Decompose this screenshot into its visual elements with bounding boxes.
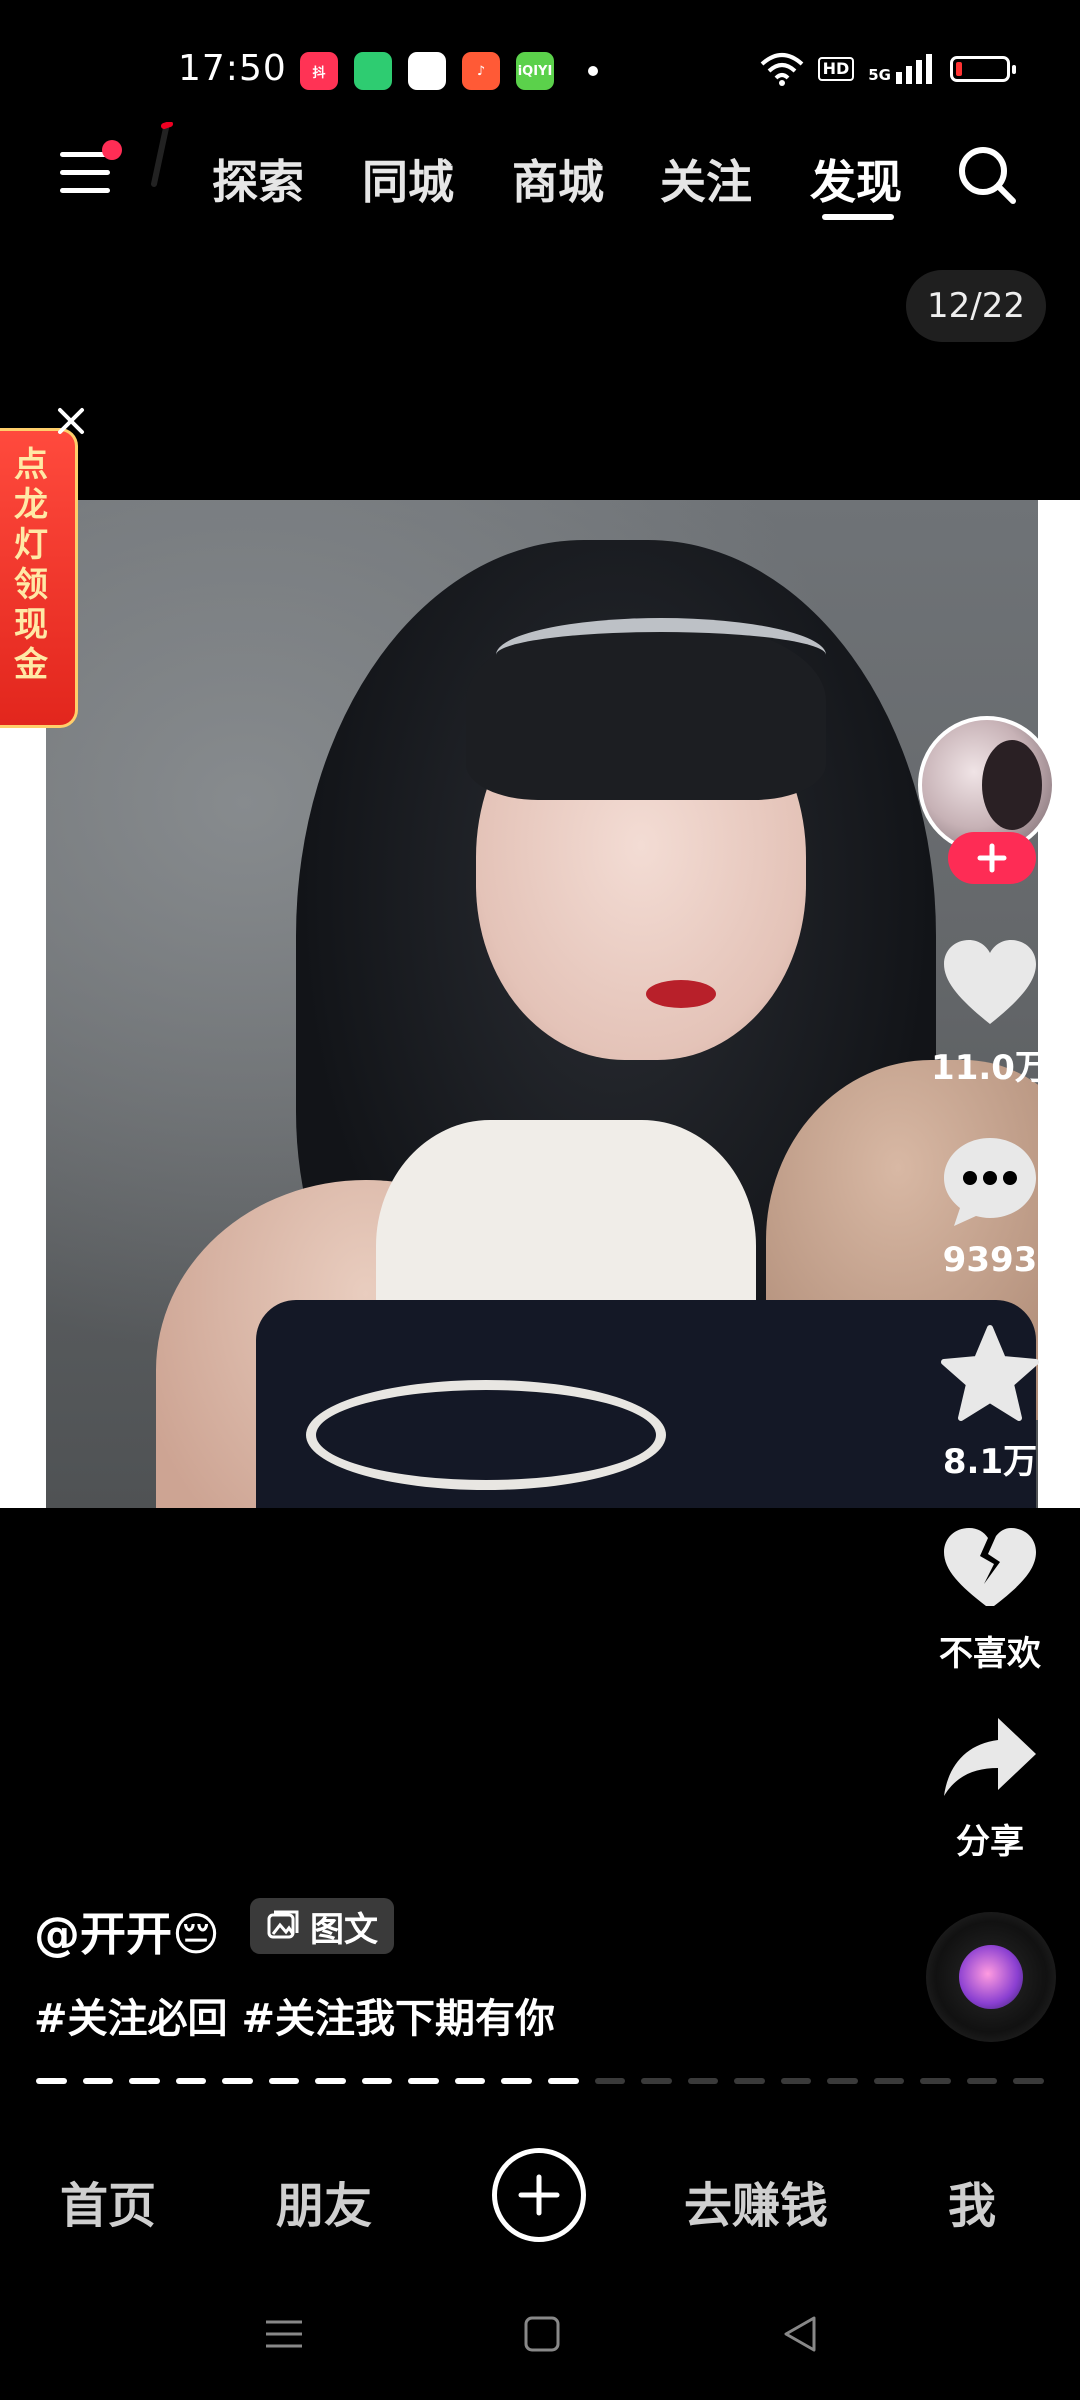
nav-home[interactable]: 首页 — [60, 2166, 156, 2236]
music-disc[interactable] — [926, 1912, 1056, 2042]
douyin-lite-icon: 抖 — [300, 52, 338, 90]
broken-heart-icon[interactable] — [940, 1522, 1040, 1622]
progress-segment — [361, 2078, 393, 2084]
gallery-icon — [267, 1910, 299, 1939]
share-label: 分享 — [956, 1822, 1024, 1862]
status-app-icons: 抖 ♪ iQIYI — [300, 52, 598, 90]
progress-segment — [501, 2078, 533, 2084]
star-icon[interactable] — [940, 1324, 1040, 1424]
image-counter: 12/22 — [906, 270, 1046, 342]
progress-segment — [827, 2078, 858, 2084]
carousel-progress — [36, 2078, 1045, 2084]
wifi-icon — [760, 53, 803, 86]
badge-label: 图文 — [310, 1909, 378, 1950]
network-label: 5G — [868, 66, 891, 84]
music-app-icon: ♪ — [462, 52, 500, 90]
iqiyi-icon: iQIYI — [516, 52, 554, 90]
comment-icon[interactable] — [940, 1132, 1040, 1232]
add-icon — [518, 2174, 560, 2216]
progress-segment — [734, 2078, 765, 2084]
favorite-count: 8.1万 — [942, 1442, 1038, 1482]
notification-dot — [102, 140, 122, 160]
post-hashtags[interactable]: #关注必回 #关注我下期有你 — [34, 1986, 555, 2044]
share-icon[interactable] — [940, 1710, 1040, 1810]
promo-text: 点龙灯领现金 — [14, 445, 48, 685]
follow-button[interactable] — [948, 832, 1036, 884]
dislike-label: 不喜欢 — [939, 1634, 1041, 1674]
progress-segment — [222, 2078, 253, 2084]
wallet-app-icon — [408, 52, 446, 90]
nav-me[interactable]: 我 — [948, 2166, 996, 2236]
progress-segment — [548, 2078, 579, 2084]
signal-icon — [896, 54, 932, 84]
progress-segment — [36, 2078, 67, 2084]
post-photo[interactable] — [46, 500, 1038, 1508]
tab-discover[interactable]: 发现 — [810, 146, 902, 212]
hd-badge: HD — [817, 57, 855, 81]
tab-following[interactable]: 关注 — [660, 146, 752, 212]
back-icon[interactable] — [778, 2312, 822, 2356]
progress-segment — [641, 2078, 672, 2084]
progress-segment — [687, 2078, 719, 2084]
tab-explore[interactable]: 探索 — [212, 146, 304, 212]
lantern-cash-promo[interactable]: 点龙灯领现金 — [0, 428, 78, 728]
progress-segment — [268, 2078, 300, 2084]
close-icon[interactable] — [52, 402, 90, 440]
battery-app-icon — [354, 52, 392, 90]
search-icon[interactable] — [956, 144, 1018, 206]
tab-mall[interactable]: 商城 — [512, 146, 604, 212]
network-type: 5G — [868, 54, 936, 84]
progress-segment — [873, 2078, 905, 2084]
lantern-decoration-icon — [151, 122, 173, 187]
active-tab-indicator — [822, 214, 894, 220]
recent-apps-icon[interactable] — [262, 2312, 306, 2356]
status-indicators: HD 5G — [760, 52, 1016, 86]
comment-count: 9393 — [942, 1240, 1038, 1280]
progress-segment — [454, 2078, 486, 2084]
more-notifications-dot — [588, 66, 598, 76]
image-text-badge: 图文 — [250, 1898, 394, 1954]
nav-friends[interactable]: 朋友 — [276, 2166, 372, 2236]
create-post-button[interactable] — [492, 2148, 586, 2242]
progress-segment — [82, 2078, 114, 2084]
status-time: 17:50 — [178, 48, 287, 89]
progress-segment — [920, 2078, 951, 2084]
progress-segment — [594, 2078, 626, 2084]
progress-segment — [408, 2078, 439, 2084]
battery-icon — [950, 56, 1016, 82]
progress-segment — [780, 2078, 812, 2084]
progress-segment — [129, 2078, 160, 2084]
progress-segment — [315, 2078, 346, 2084]
author-name[interactable]: @开开😔 — [34, 1898, 220, 1964]
progress-segment — [175, 2078, 207, 2084]
progress-segment — [966, 2078, 998, 2084]
home-icon[interactable] — [520, 2312, 564, 2356]
menu-button[interactable] — [60, 140, 122, 198]
heart-icon[interactable] — [940, 936, 1040, 1036]
nav-earn[interactable]: 去赚钱 — [684, 2166, 828, 2236]
plus-icon — [977, 843, 1007, 873]
like-count: 11.0万 — [931, 1048, 1049, 1088]
progress-segment — [1013, 2078, 1045, 2084]
tab-same-city[interactable]: 同城 — [362, 146, 454, 212]
